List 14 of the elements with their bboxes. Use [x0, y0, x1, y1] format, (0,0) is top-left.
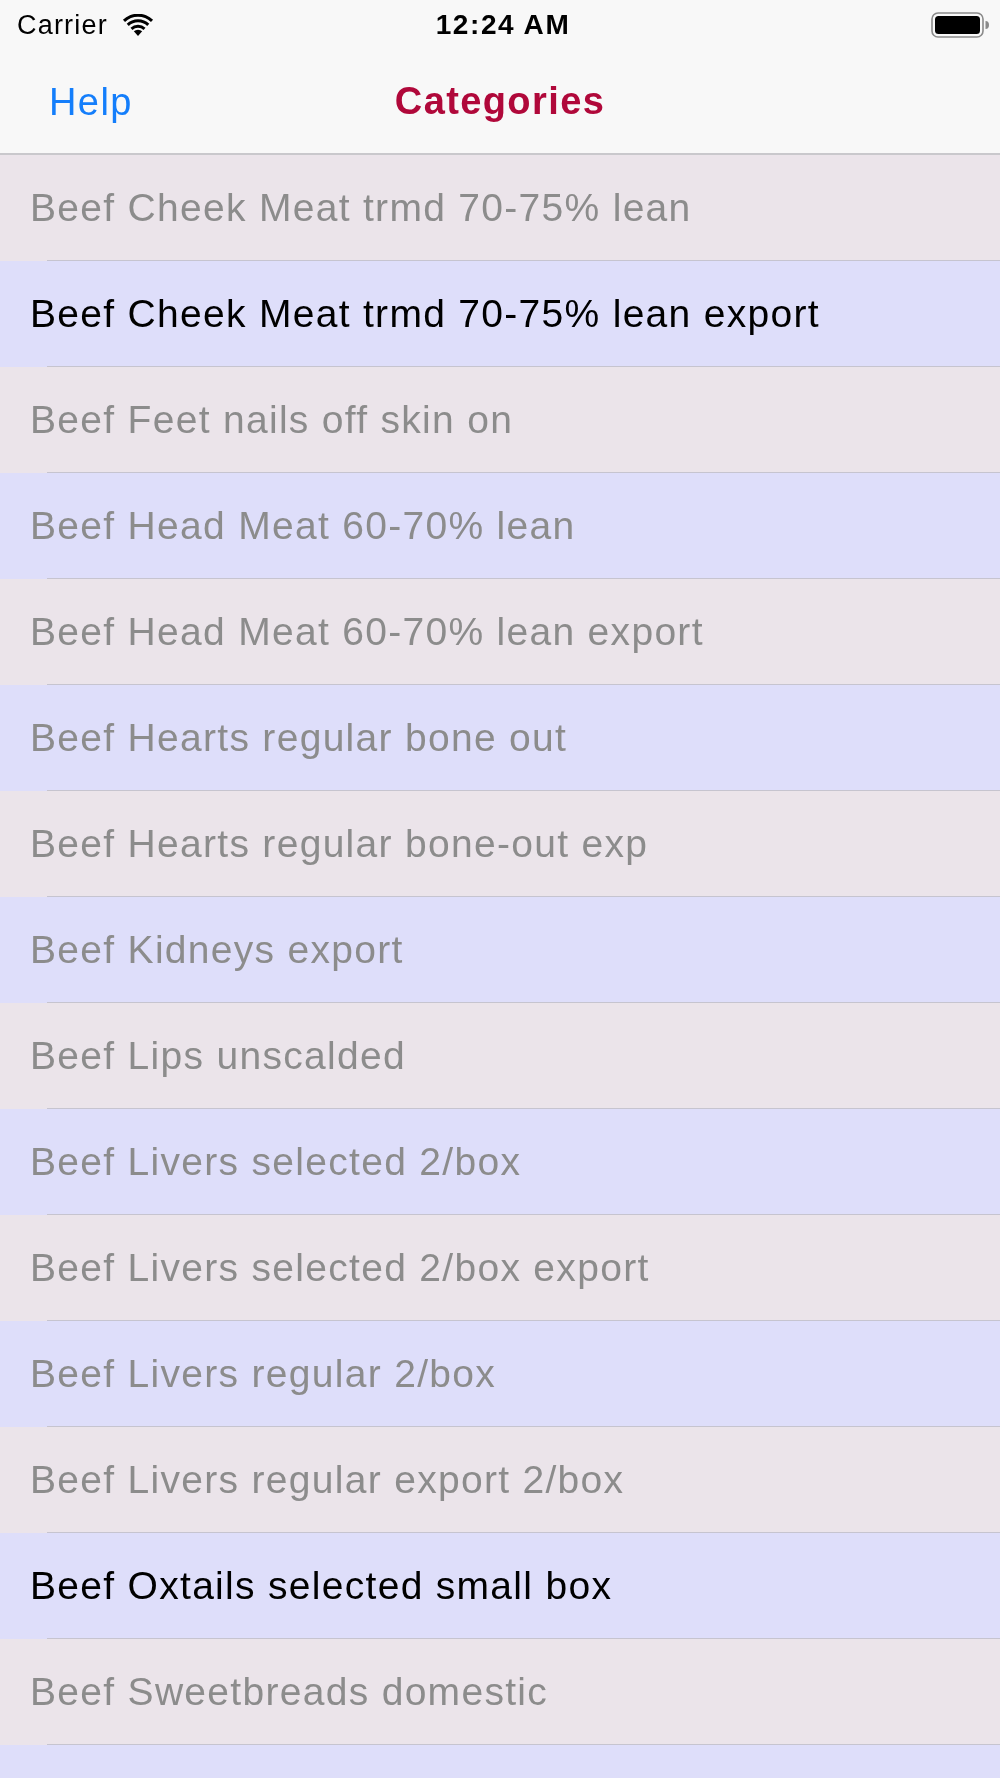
help-button[interactable]: Help	[49, 80, 133, 123]
category-row[interactable]: Beef Livers regular export 2/box	[0, 1427, 1000, 1533]
status-time: 12:24 AM	[435, 9, 571, 41]
category-row[interactable]: Beef Sweetbreads domestic	[0, 1639, 1000, 1745]
category-row[interactable]: Beef Lips unscalded	[0, 1003, 1000, 1109]
category-row[interactable]: Beef Head Meat 60-70% lean export	[0, 579, 1000, 685]
category-row[interactable]: Beef Livers selected 2/box export	[0, 1215, 1000, 1321]
category-row[interactable]: Beef Hearts regular bone-out exp	[0, 791, 1000, 897]
category-row[interactable]: Beef Cheek Meat trmd 70-75% lean	[0, 155, 1000, 261]
category-row[interactable]: Beef Feet nails off skin on	[0, 367, 1000, 473]
carrier-name: Carrier	[17, 9, 108, 41]
battery-icon	[931, 12, 989, 38]
wifi-icon	[121, 13, 154, 37]
nav-title: Categories	[394, 80, 606, 123]
